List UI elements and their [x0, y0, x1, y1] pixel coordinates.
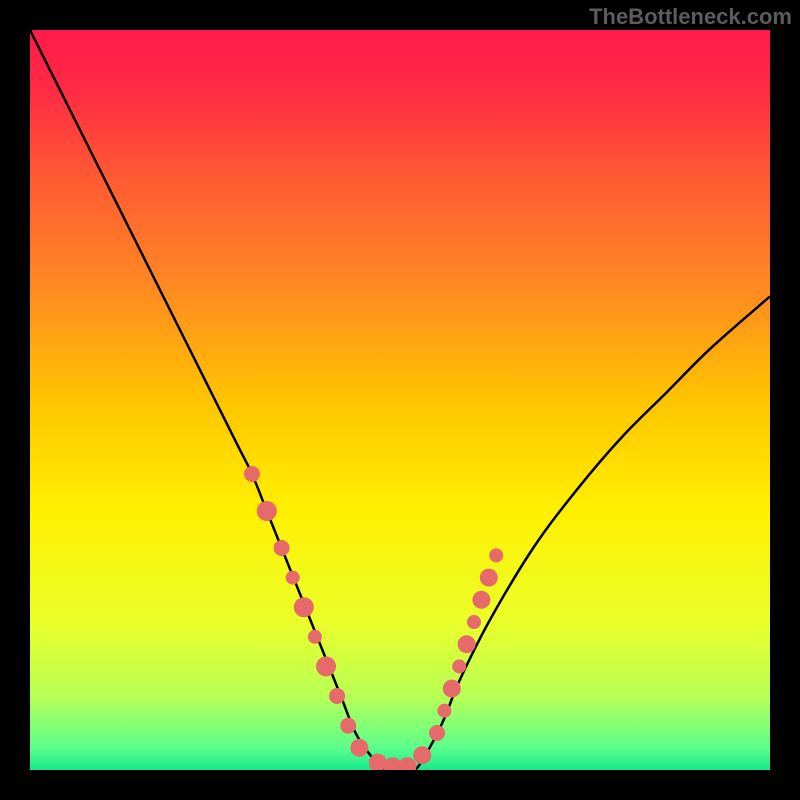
data-marker	[257, 501, 277, 521]
data-marker	[458, 635, 476, 653]
data-marker	[308, 630, 322, 644]
data-marker	[316, 656, 336, 676]
data-marker	[452, 659, 466, 673]
data-marker	[350, 739, 368, 757]
data-marker	[286, 571, 300, 585]
data-marker	[472, 591, 490, 609]
data-marker	[413, 746, 431, 764]
data-marker	[244, 466, 260, 482]
data-marker	[489, 548, 503, 562]
watermark-text: TheBottleneck.com	[589, 4, 792, 30]
plot-area	[30, 30, 770, 770]
data-marker	[294, 597, 314, 617]
data-marker	[274, 540, 290, 556]
data-marker	[329, 688, 345, 704]
chart-frame: TheBottleneck.com	[0, 0, 800, 800]
data-marker	[340, 718, 356, 734]
data-marker	[443, 680, 461, 698]
chart-svg	[30, 30, 770, 770]
data-marker	[467, 615, 481, 629]
data-marker	[429, 725, 445, 741]
data-marker	[480, 569, 498, 587]
data-marker	[437, 704, 451, 718]
